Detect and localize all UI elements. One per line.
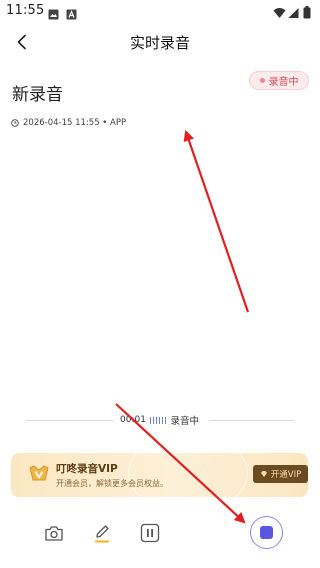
app-header: 实时录音 xyxy=(0,24,320,60)
camera-icon xyxy=(45,525,63,541)
open-vip-label: 开通VIP xyxy=(270,470,302,480)
timeline-line-left xyxy=(26,420,114,421)
timeline-status: 录音中 xyxy=(170,416,199,427)
signal-icon xyxy=(288,4,299,23)
vip-crown-icon xyxy=(27,461,51,489)
image-icon xyxy=(48,5,59,24)
note-meta: 2026-04-15 11:55 • APP xyxy=(11,118,126,128)
open-vip-button[interactable]: 开通VIP xyxy=(253,465,308,483)
note-meta-text: 2026-04-15 11:55 • APP xyxy=(23,118,127,128)
text-a-icon xyxy=(66,5,77,24)
status-bar: 11:55 xyxy=(0,0,320,24)
stop-icon xyxy=(260,526,273,539)
recording-dot-icon xyxy=(259,78,265,83)
battery-icon xyxy=(303,4,311,23)
annotation-arrow-up xyxy=(183,129,250,313)
pause-button[interactable] xyxy=(139,522,161,544)
recording-status-label: 录音中 xyxy=(268,77,299,88)
page-title: 实时录音 xyxy=(129,34,190,52)
camera-button[interactable] xyxy=(43,522,65,544)
timeline-line-right xyxy=(209,420,294,421)
timeline-center: 00:01 录音中 xyxy=(120,413,199,427)
vip-decoration xyxy=(128,453,248,497)
elapsed-time: 00:01 xyxy=(120,415,146,425)
stop-recording-button[interactable] xyxy=(250,516,283,549)
vip-title: 叮咚录音VIP xyxy=(56,463,118,475)
clock-icon xyxy=(11,119,19,127)
diamond-icon xyxy=(260,471,267,477)
edit-button[interactable] xyxy=(91,521,113,545)
waveform-icon xyxy=(149,416,167,424)
status-time: 11:55 xyxy=(6,3,45,18)
vip-banner[interactable]: 叮咚录音VIP 开通会员，解锁更多会员权益。 开通VIP xyxy=(11,453,308,497)
pause-icon xyxy=(140,523,160,543)
recording-status-badge: 录音中 xyxy=(249,71,309,90)
vip-subtitle: 开通会员，解锁更多会员权益。 xyxy=(56,479,168,488)
note-title[interactable]: 新录音 xyxy=(12,80,63,105)
recording-timeline: 00:01 录音中 xyxy=(26,413,294,427)
pencil-icon xyxy=(95,525,109,543)
wifi-icon xyxy=(273,4,286,23)
